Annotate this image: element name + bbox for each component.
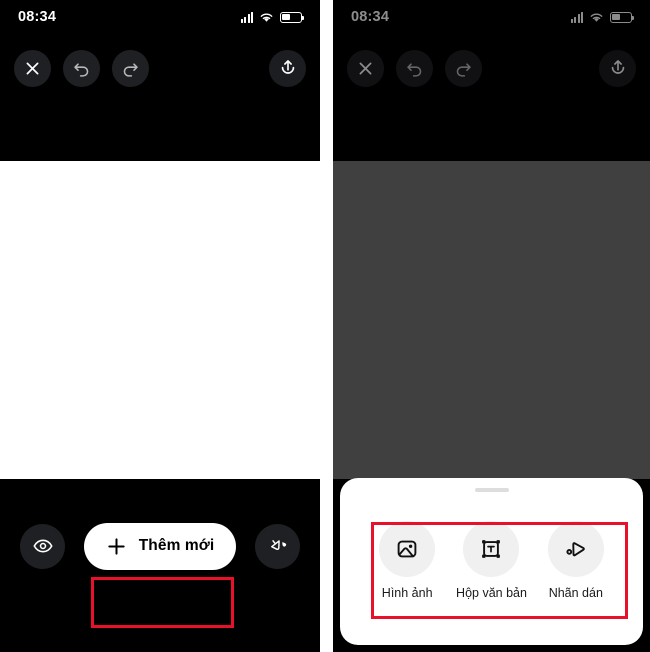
add-new-bottom-sheet: Hình ảnh Hộp văn bản Nhãn dán (340, 478, 643, 645)
sheet-drag-handle[interactable] (474, 488, 509, 492)
status-time-right: 08:34 (351, 9, 390, 25)
option-sticker-circle[interactable] (547, 521, 604, 577)
redo-button[interactable] (112, 49, 149, 87)
share-button[interactable] (269, 49, 306, 87)
bottom-toolbar-row: Thêm mới (0, 521, 320, 571)
close-icon (359, 62, 372, 74)
preview-button[interactable] (20, 523, 65, 569)
close-button[interactable] (14, 49, 51, 87)
undo-icon (407, 62, 422, 77)
close-button[interactable] (347, 49, 384, 87)
undo-icon (74, 62, 89, 77)
option-sticker-label: Nhãn dán (548, 586, 603, 600)
add-new-label: Thêm mới (138, 537, 215, 554)
left-phone-screen: 08:34 Thêm mới (0, 0, 320, 652)
wifi-icon (260, 13, 273, 22)
share-upload-icon (611, 60, 624, 74)
status-bar-right: 08:34 (333, 0, 650, 34)
status-icons (240, 11, 305, 23)
battery-icon (610, 11, 635, 23)
option-text-box-label: Hộp văn bản (456, 586, 527, 600)
undo-button[interactable] (396, 49, 433, 87)
right-phone-screen: 08:34 Hình ảnh Hộp văn bản Nhãn dán (333, 0, 650, 652)
wifi-icon (590, 13, 603, 22)
redo-icon (456, 62, 471, 77)
share-upload-icon (281, 60, 294, 74)
paint-bucket-icon (270, 540, 286, 551)
toolbar-left-group-right (347, 49, 482, 87)
toolbar-left-group (14, 49, 149, 87)
cellular-signal-icon (570, 11, 583, 23)
fill-color-button[interactable] (255, 523, 300, 569)
toolbar-right-group (269, 49, 306, 87)
eye-icon (32, 539, 53, 553)
battery-icon (280, 11, 305, 23)
panel-divider (320, 0, 333, 652)
redo-icon (123, 62, 138, 77)
option-image[interactable]: Hình ảnh (365, 521, 449, 600)
close-icon (26, 62, 39, 74)
option-text-box-circle[interactable] (463, 521, 520, 577)
sheet-options-row: Hình ảnh Hộp văn bản Nhãn dán (365, 521, 618, 600)
status-time: 08:34 (18, 9, 57, 25)
option-image-circle[interactable] (379, 521, 436, 577)
undo-button[interactable] (63, 49, 100, 87)
redo-button[interactable] (445, 49, 482, 87)
option-sticker[interactable]: Nhãn dán (534, 521, 618, 600)
share-button[interactable] (599, 49, 636, 87)
sticker-icon (566, 542, 585, 557)
screenshot-root: 08:34 Thêm mới 08:34 Hình ảnh Hộp văn bả… (0, 0, 650, 652)
status-icons-right (570, 11, 635, 23)
cellular-signal-icon (240, 11, 253, 23)
add-new-button[interactable]: Thêm mới (83, 522, 237, 570)
option-image-label: Hình ảnh (381, 586, 433, 600)
status-bar: 08:34 (0, 0, 320, 34)
toolbar-right-group-right (599, 49, 636, 87)
plus-icon (108, 537, 125, 555)
bottom-toolbar: Thêm mới (0, 479, 320, 652)
top-toolbar (0, 46, 320, 90)
editor-canvas[interactable] (0, 161, 320, 479)
text-box-icon (482, 540, 501, 558)
top-toolbar-right (333, 46, 650, 90)
option-text-box[interactable]: Hộp văn bản (449, 521, 533, 600)
image-icon (397, 540, 417, 558)
editor-canvas-dimmed[interactable] (333, 161, 650, 479)
